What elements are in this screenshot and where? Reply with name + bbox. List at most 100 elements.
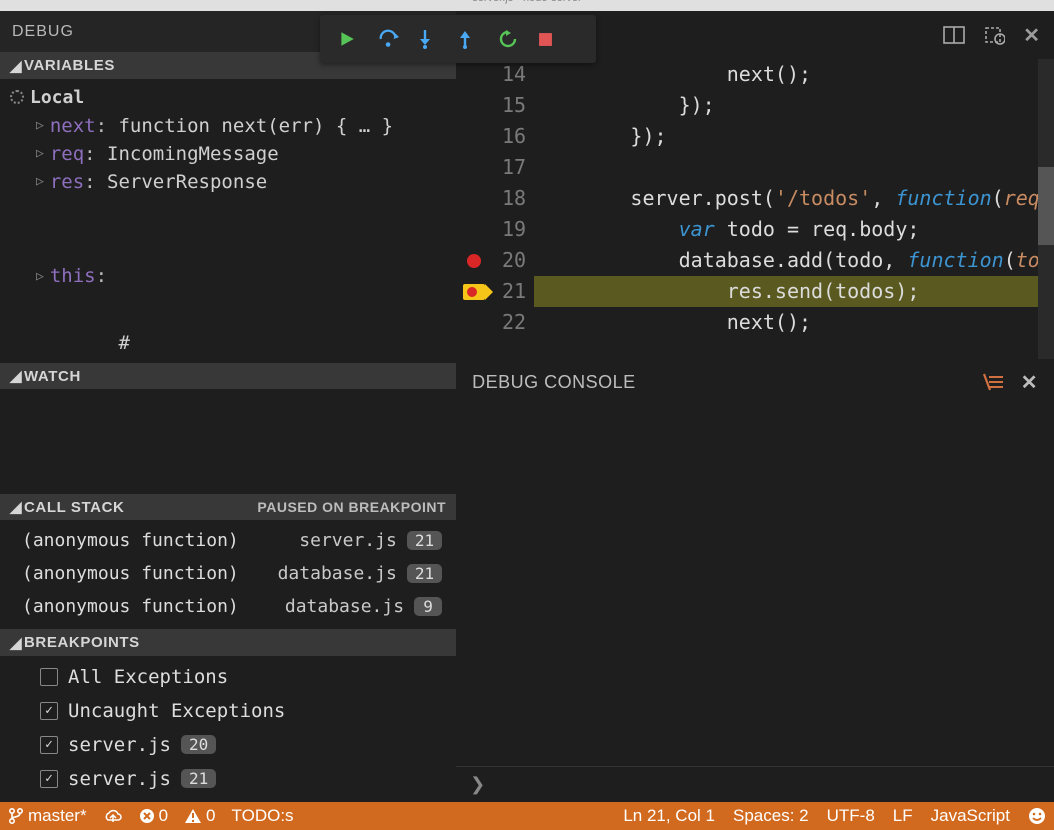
- minimap-thumb[interactable]: [1038, 167, 1054, 245]
- indentation-indicator[interactable]: Spaces: 2: [733, 806, 809, 826]
- breakpoint-label: All Exceptions: [68, 666, 228, 688]
- breakpoints-section-header[interactable]: ◢ BREAKPOINTS: [0, 629, 456, 655]
- code-line[interactable]: server.post('/todos', function(req, r: [534, 183, 1054, 214]
- code-line[interactable]: next();: [534, 307, 1054, 338]
- window-title-bar: server.js - node-server: [0, 0, 1054, 11]
- chevron-down-icon: ◢: [10, 367, 24, 385]
- breakpoint-row[interactable]: server.js21: [0, 762, 456, 796]
- code-line[interactable]: next();: [534, 59, 1054, 90]
- line-number: 22: [492, 307, 534, 338]
- stack-frame[interactable]: (anonymous function) database.js 9: [0, 590, 456, 623]
- errors-indicator[interactable]: 0: [139, 806, 168, 826]
- breakpoint-gutter[interactable]: [456, 59, 492, 90]
- breakpoint-label: Uncaught Exceptions: [68, 700, 285, 722]
- step-out-button[interactable]: [458, 29, 498, 49]
- breakpoint-gutter[interactable]: [456, 152, 492, 183]
- breakpoint-gutter[interactable]: [456, 214, 492, 245]
- breakpoint-checkbox[interactable]: [40, 736, 58, 754]
- stack-frame-line: 9: [414, 597, 442, 616]
- close-editor-icon[interactable]: ✕: [1023, 23, 1040, 48]
- minimap[interactable]: [1038, 59, 1054, 359]
- debug-sidebar: DEBUG Launch ◢ VARIABLES Local ▷next: fu…: [0, 11, 456, 802]
- breakpoint-checkbox[interactable]: [40, 770, 58, 788]
- code-editor[interactable]: 141516171819202122 next(); }); }); serve…: [456, 59, 1054, 359]
- line-number: 17: [492, 152, 534, 183]
- variable-name: next: [50, 115, 96, 137]
- code-line[interactable]: });: [534, 90, 1054, 121]
- todos-indicator[interactable]: TODO:s: [232, 806, 294, 826]
- prompt-icon: ❯: [470, 774, 485, 795]
- cursor-position[interactable]: Ln 21, Col 1: [623, 806, 715, 826]
- breakpoint-line: 20: [181, 735, 216, 754]
- chevron-right-icon: ▷: [36, 118, 44, 133]
- feedback-icon[interactable]: [1028, 807, 1046, 825]
- warnings-indicator[interactable]: 0: [184, 806, 215, 826]
- breakpoints-section-label: BREAKPOINTS: [24, 634, 140, 651]
- code-line[interactable]: database.add(todo, function(todos): [534, 245, 1054, 276]
- warnings-count: 0: [206, 806, 215, 826]
- branch-name: master*: [28, 806, 87, 826]
- line-number: 18: [492, 183, 534, 214]
- status-bar: master* 0 0 TODO:s Ln 21, Col 1 Spaces: …: [0, 802, 1054, 830]
- branch-indicator[interactable]: master*: [8, 806, 87, 826]
- breakpoint-checkbox[interactable]: [40, 668, 58, 686]
- stack-frame[interactable]: (anonymous function)server.js21: [0, 524, 456, 557]
- stack-frame-fn: (anonymous function): [22, 596, 239, 617]
- variable-row[interactable]: ▷res: ServerResponse: [0, 168, 456, 196]
- line-number: 14: [492, 59, 534, 90]
- restart-button[interactable]: [498, 29, 538, 49]
- continue-button[interactable]: [338, 30, 378, 48]
- encoding-indicator[interactable]: UTF-8: [827, 806, 875, 826]
- breakpoint-row[interactable]: Uncaught Exceptions: [0, 694, 456, 728]
- breakpoint-gutter[interactable]: [456, 276, 492, 307]
- watch-section-label: WATCH: [24, 368, 81, 385]
- variable-row[interactable]: ▷req: IncomingMessage: [0, 140, 456, 168]
- chevron-down-icon: ◢: [10, 498, 24, 516]
- callstack-section-label: CALL STACK: [24, 499, 124, 516]
- eol-indicator[interactable]: LF: [893, 806, 913, 826]
- variables-scope[interactable]: Local: [0, 83, 456, 112]
- close-panel-icon[interactable]: ✕: [1021, 370, 1038, 395]
- breakpoint-gutter[interactable]: [456, 90, 492, 121]
- code-line[interactable]: res.send(todos);: [534, 276, 1054, 307]
- variable-value: IncomingMessage: [107, 143, 279, 165]
- line-number: 20: [492, 245, 534, 276]
- breakpoint-row[interactable]: All Exceptions: [0, 660, 456, 694]
- stack-frame[interactable]: (anonymous function)database.js21: [0, 557, 456, 590]
- stack-frame-line: 21: [407, 564, 442, 583]
- callstack-section-header[interactable]: ◢ CALL STACK PAUSED ON BREAKPOINT: [0, 494, 456, 520]
- debug-toolbar: [320, 15, 596, 63]
- code-line[interactable]: var todo = req.body;: [534, 214, 1054, 245]
- chevron-down-icon: ◢: [10, 634, 24, 652]
- split-editor-icon[interactable]: [943, 26, 965, 44]
- breakpoint-checkbox[interactable]: [40, 702, 58, 720]
- breakpoint-row[interactable]: server.js20: [0, 728, 456, 762]
- code-line[interactable]: });: [534, 121, 1054, 152]
- warning-icon: [184, 808, 202, 824]
- language-indicator[interactable]: JavaScript: [931, 806, 1010, 826]
- breakpoint-gutter[interactable]: [456, 121, 492, 152]
- variable-value: function next(err) { … }: [118, 115, 393, 137]
- sync-button[interactable]: [103, 808, 123, 824]
- editor-area: ✕ 141516171819202122 next(); }); }); ser…: [456, 11, 1054, 802]
- variable-row[interactable]: ▷this: #: [0, 196, 456, 357]
- code-line[interactable]: [534, 152, 1054, 183]
- watch-section-header[interactable]: ◢ WATCH: [0, 363, 456, 389]
- breakpoint-gutter[interactable]: [456, 307, 492, 338]
- debug-console-input[interactable]: ❯: [456, 766, 1054, 802]
- chevron-right-icon: ▷: [36, 174, 44, 189]
- step-over-button[interactable]: [378, 29, 418, 49]
- stop-button[interactable]: [538, 32, 578, 47]
- breakpoint-label: server.js: [68, 768, 171, 790]
- variable-name: this: [50, 265, 96, 287]
- chevron-right-icon: ▷: [36, 269, 44, 284]
- step-into-button[interactable]: [418, 29, 458, 49]
- debug-console-header: DEBUG CONSOLE ✕: [456, 359, 1054, 405]
- stack-frame-file: database.js: [285, 596, 404, 617]
- breakpoint-gutter[interactable]: [456, 183, 492, 214]
- clear-console-icon[interactable]: [983, 373, 1003, 391]
- breakpoint-gutter[interactable]: [456, 245, 492, 276]
- debug-console-body[interactable]: [456, 405, 1054, 766]
- variable-row[interactable]: ▷next: function next(err) { … }: [0, 112, 456, 140]
- show-opened-editors-icon[interactable]: [983, 25, 1005, 45]
